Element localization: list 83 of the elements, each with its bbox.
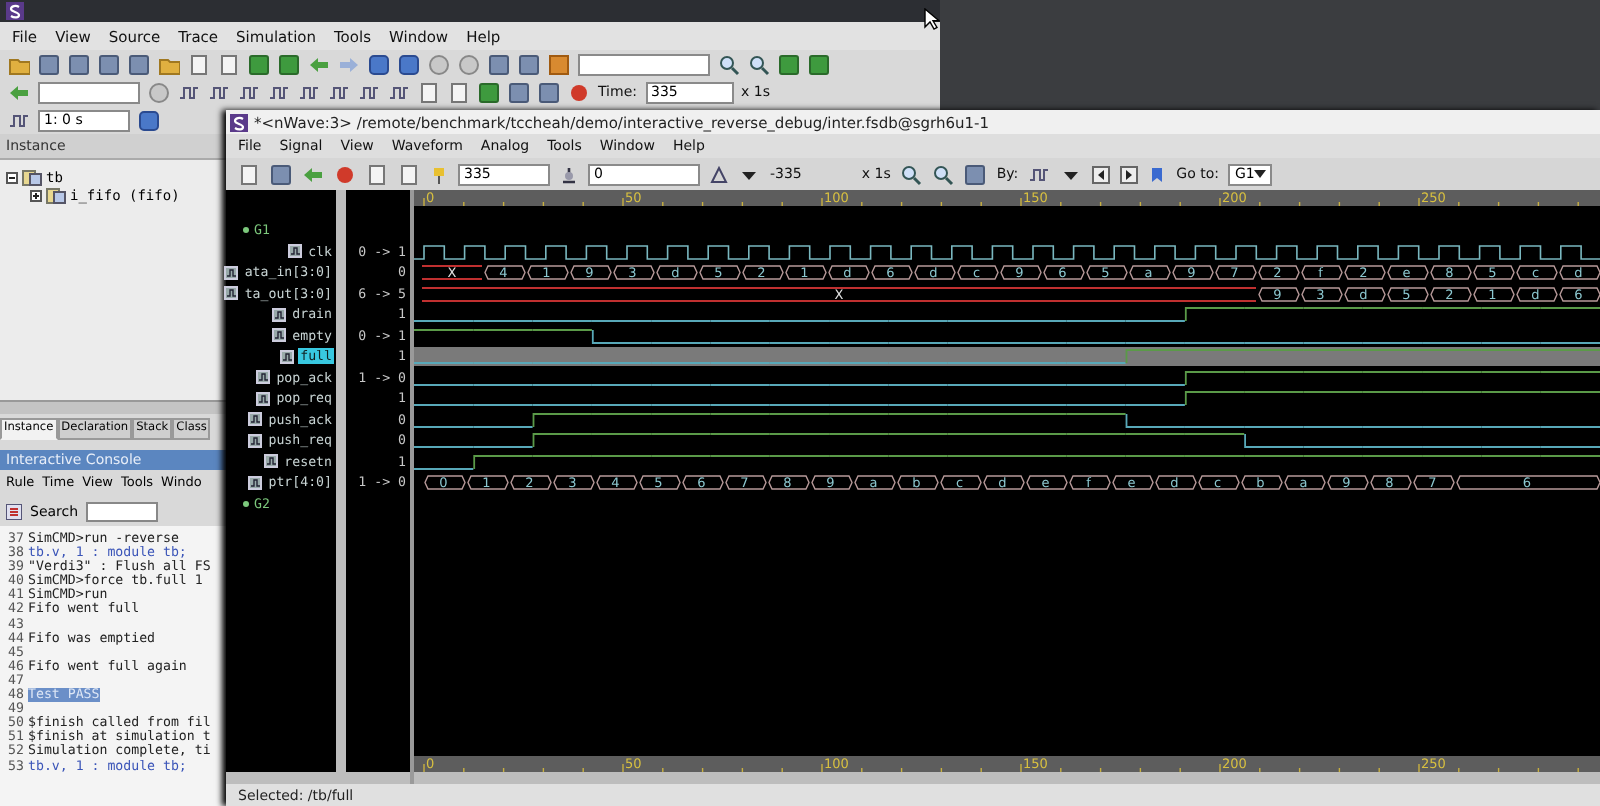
signal-icon xyxy=(224,265,239,280)
marker-icon[interactable] xyxy=(560,165,578,183)
scrollbar[interactable] xyxy=(414,772,1600,784)
expand-icon[interactable] xyxy=(30,189,42,201)
search-field[interactable] xyxy=(86,501,159,521)
square-icon[interactable] xyxy=(98,53,120,75)
square-icon[interactable] xyxy=(128,53,150,75)
scrollbar[interactable] xyxy=(346,772,410,784)
bookmark-icon[interactable] xyxy=(1148,165,1167,183)
tile-icon[interactable] xyxy=(778,53,800,75)
scrollbar[interactable] xyxy=(336,190,346,784)
module-icon xyxy=(46,187,66,203)
magnifier-icon[interactable] xyxy=(900,163,923,185)
group-marker-icon xyxy=(242,226,250,235)
waveform-icon[interactable] xyxy=(208,81,230,103)
waveform-icon[interactable] xyxy=(268,81,290,103)
document-icon[interactable] xyxy=(448,81,470,103)
document-icon[interactable] xyxy=(188,53,210,75)
rounded-tile-icon[interactable] xyxy=(398,53,420,75)
waveform-icon[interactable] xyxy=(388,81,410,103)
pin-icon[interactable] xyxy=(430,165,448,183)
collapse-icon[interactable] xyxy=(6,171,18,183)
app-logo-icon xyxy=(6,2,24,20)
previous-icon[interactable] xyxy=(1092,165,1111,183)
square-icon[interactable] xyxy=(538,81,560,103)
square-icon[interactable] xyxy=(508,81,530,103)
app-logo-icon xyxy=(230,113,248,131)
rounded-tile-icon[interactable] xyxy=(368,53,390,75)
signal-icon xyxy=(272,307,287,322)
tile-icon[interactable] xyxy=(278,53,300,75)
magnifier-icon[interactable] xyxy=(932,163,955,185)
group-marker-icon xyxy=(242,499,250,508)
tile-icon[interactable] xyxy=(808,53,830,75)
square-icon[interactable] xyxy=(964,163,987,185)
scrollbar[interactable] xyxy=(226,772,336,784)
circle-icon[interactable] xyxy=(148,81,170,103)
square-icon[interactable] xyxy=(68,53,90,75)
circle-icon[interactable] xyxy=(458,53,480,75)
waveform-icon[interactable] xyxy=(328,81,350,103)
round-dot-icon[interactable] xyxy=(334,163,356,185)
list-icon[interactable] xyxy=(6,503,22,519)
module-icon xyxy=(22,169,42,185)
signal-icon xyxy=(224,286,239,301)
triangle-icon[interactable] xyxy=(710,165,728,183)
signal-icon xyxy=(256,391,271,406)
waveform-icon[interactable] xyxy=(1028,163,1051,185)
unknown-value-line xyxy=(421,265,483,280)
signal-icon xyxy=(256,370,271,385)
waveform-icon[interactable] xyxy=(178,81,200,103)
signal-icon xyxy=(264,454,279,469)
signal-icon xyxy=(288,244,303,259)
square-icon[interactable] xyxy=(488,53,510,75)
signal-icon xyxy=(248,433,263,448)
scrollbar[interactable] xyxy=(0,400,226,414)
magnifier-icon[interactable] xyxy=(748,53,770,75)
signal-icon xyxy=(248,412,263,427)
circle-icon[interactable] xyxy=(428,53,450,75)
signal-icon xyxy=(272,328,287,343)
text-field[interactable] xyxy=(38,81,140,103)
next-icon[interactable] xyxy=(1120,165,1139,183)
document-icon[interactable] xyxy=(218,53,240,75)
mouse-pointer-icon xyxy=(924,8,940,30)
tile-icon[interactable] xyxy=(248,53,270,75)
waveform-icon[interactable] xyxy=(358,81,380,103)
waveform-icon[interactable] xyxy=(8,109,30,131)
document-icon[interactable] xyxy=(418,81,440,103)
document-icon[interactable] xyxy=(398,163,420,185)
square-icon[interactable] xyxy=(38,53,60,75)
square-icon[interactable] xyxy=(518,53,540,75)
flat-tile-icon[interactable] xyxy=(548,53,570,75)
document-icon[interactable] xyxy=(238,163,260,185)
round-dot-icon[interactable] xyxy=(568,81,590,103)
signal-icon xyxy=(248,475,263,490)
magnifier-icon[interactable] xyxy=(718,53,740,75)
dropdown-field[interactable] xyxy=(578,53,710,75)
waveform-icon[interactable] xyxy=(298,81,320,103)
waveform-icon[interactable] xyxy=(238,81,260,103)
square-icon[interactable] xyxy=(270,163,292,185)
caret-icon xyxy=(1254,168,1267,180)
document-icon[interactable] xyxy=(366,163,388,185)
rounded-tile-icon[interactable] xyxy=(138,109,160,131)
tile-icon[interactable] xyxy=(478,81,500,103)
signal-icon xyxy=(280,349,295,364)
